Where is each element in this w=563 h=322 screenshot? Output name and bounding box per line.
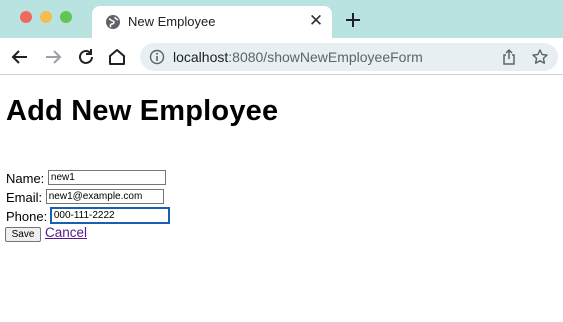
back-arrow-icon[interactable] bbox=[9, 46, 31, 68]
address-bar[interactable]: localhost:8080/showNewEmployeeForm bbox=[140, 43, 558, 71]
tab-title: New Employee bbox=[128, 14, 216, 29]
plus-icon[interactable] bbox=[342, 9, 364, 31]
window-minimize-button[interactable] bbox=[40, 11, 52, 23]
save-button[interactable]: Save bbox=[5, 227, 41, 242]
window-zoom-button[interactable] bbox=[60, 11, 72, 23]
star-icon[interactable] bbox=[531, 48, 549, 66]
page-content: Add New Employee Name: Email: Phone: Sav… bbox=[0, 75, 563, 322]
page-title: Add New Employee bbox=[6, 95, 279, 127]
info-icon[interactable] bbox=[149, 49, 165, 65]
email-row: Email: bbox=[6, 188, 164, 207]
window-close-button[interactable] bbox=[20, 11, 32, 23]
name-field[interactable] bbox=[47, 170, 166, 185]
url-text[interactable]: localhost:8080/showNewEmployeeForm bbox=[173, 49, 423, 65]
globe-icon bbox=[106, 15, 120, 29]
reload-icon[interactable] bbox=[75, 46, 97, 68]
email-field[interactable] bbox=[45, 189, 164, 204]
url-path: :8080/showNewEmployeeForm bbox=[228, 49, 423, 65]
name-row: Name: bbox=[6, 169, 166, 188]
url-host: localhost bbox=[173, 49, 229, 65]
browser-chrome: New Employee ✕ localhost:8080/showNewEmp… bbox=[0, 0, 563, 75]
forward-arrow-icon[interactable] bbox=[42, 46, 64, 68]
close-icon[interactable]: ✕ bbox=[307, 12, 325, 30]
browser-toolbar: localhost:8080/showNewEmployeeForm bbox=[0, 38, 563, 75]
cancel-link[interactable]: Cancel bbox=[45, 225, 87, 240]
share-icon[interactable] bbox=[500, 48, 518, 66]
email-label: Email: bbox=[6, 190, 43, 205]
phone-row: Phone: bbox=[6, 207, 170, 226]
tab-new-employee[interactable]: New Employee ✕ bbox=[92, 6, 332, 38]
name-label: Name: bbox=[6, 171, 45, 186]
phone-label: Phone: bbox=[6, 209, 48, 224]
phone-field[interactable] bbox=[49, 207, 170, 224]
home-icon[interactable] bbox=[106, 46, 128, 68]
tab-strip: New Employee ✕ bbox=[0, 0, 563, 38]
